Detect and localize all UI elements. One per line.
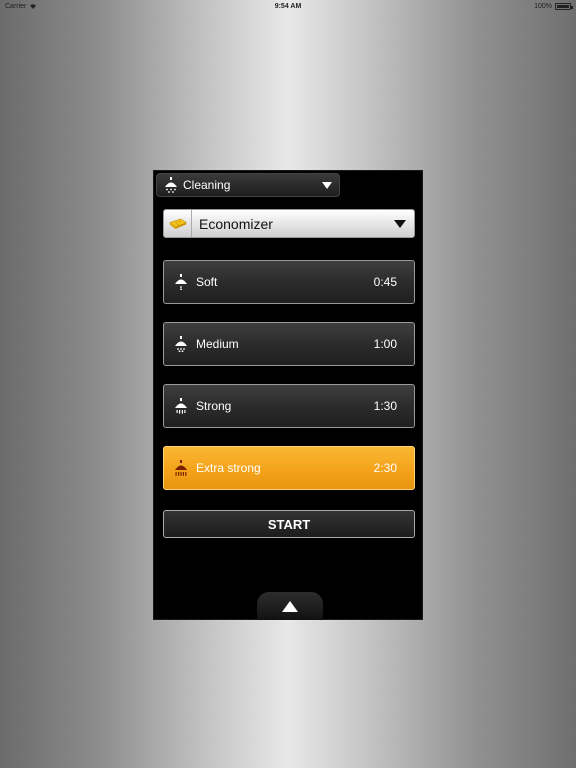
program-icon-box [164,210,192,237]
shower-icon [165,177,177,193]
option-time: 2:30 [373,461,397,475]
chevron-down-icon [394,219,406,228]
program-label: Economizer [199,215,273,232]
expand-panel-button[interactable] [257,592,323,620]
shower-icon [175,274,187,290]
option-name: Extra strong [196,461,261,475]
category-dropdown[interactable]: Cleaning [156,173,340,197]
status-bar: Carrier 9:54 AM 100% [0,0,576,12]
chevron-down-icon [322,181,332,189]
option-medium[interactable]: Medium 1:00 [163,322,415,366]
option-time: 1:30 [373,399,397,413]
battery-icon [555,2,573,10]
cleaning-panel: Cleaning Economizer Soft 0:45 Medium 1:0… [153,170,423,620]
option-name: Medium [196,337,239,351]
start-button[interactable]: START [163,510,415,538]
option-time: 0:45 [373,275,397,289]
option-time: 1:00 [373,337,397,351]
program-dropdown[interactable]: Economizer [163,209,415,238]
category-label: Cleaning [183,178,231,192]
shower-icon [175,398,187,414]
option-strong[interactable]: Strong 1:30 [163,384,415,428]
status-time: 9:54 AM [274,2,302,10]
option-name: Soft [196,275,218,289]
option-extra-strong[interactable]: Extra strong 2:30 [163,446,415,490]
option-soft[interactable]: Soft 0:45 [163,260,415,304]
option-name: Strong [196,399,232,413]
shower-icon [175,336,187,352]
chevron-up-icon [282,600,298,612]
shower-icon [175,460,187,476]
sponge-icon [168,218,187,229]
